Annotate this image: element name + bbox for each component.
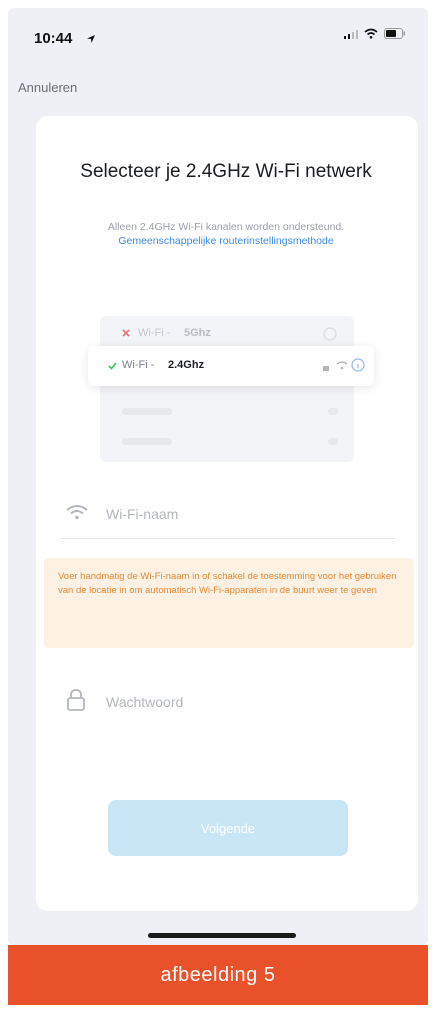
page-title: Selecteer je 2.4GHz Wi-Fi netwerk (80, 161, 372, 182)
network-list-illustration: Wi-Fi - 5Ghz (100, 316, 354, 462)
location-arrow-icon (87, 35, 95, 43)
cancel-button[interactable]: Annuleren (18, 80, 77, 95)
caption-text: afbeelding 5 (160, 963, 276, 986)
wifi-icon (66, 505, 88, 520)
network-band-5ghz: 5Ghz (184, 327, 211, 339)
next-button[interactable]: Volgende (108, 800, 348, 856)
warning-banner: Voer handmatig de Wi-Fi-naam in of schak… (44, 558, 414, 648)
description: Alleen 2.4GHz Wi-Fi kanalen worden onder… (86, 220, 366, 248)
wifi-status-icon (364, 28, 378, 39)
lock-icon (67, 689, 85, 711)
wifi-name-field[interactable]: Wi-Fi-naam (60, 488, 396, 539)
battery-icon (384, 28, 405, 39)
description-text: Alleen 2.4GHz Wi-Fi kanalen worden onder… (107, 221, 345, 233)
info-icon (351, 358, 365, 372)
network-prefix-2-4ghz: Wi-Fi - (122, 359, 155, 371)
phone-screen: 10:44 Annuleren Selecteer je 2.4GHz Wi-F… (8, 8, 428, 945)
caption-banner: afbeelding 5 (8, 945, 428, 1005)
status-bar: 10:44 (8, 8, 428, 64)
network-row-2-4ghz: Wi-Fi - 2.4Ghz (88, 346, 374, 386)
home-indicator[interactable] (148, 933, 296, 938)
wifi-signal-icon (336, 361, 348, 370)
cross-icon (122, 329, 130, 337)
lock-small-icon (323, 366, 329, 371)
network-row-placeholder (100, 424, 354, 460)
network-prefix-5ghz: Wi-Fi - (138, 327, 171, 339)
wifi-name-placeholder: Wi-Fi-naam (106, 506, 179, 522)
warning-text: Voer handmatig de Wi-Fi-naam in of schak… (58, 571, 397, 596)
check-icon (108, 362, 117, 370)
password-placeholder: Wachtwoord (106, 694, 184, 710)
router-settings-link[interactable]: Gemeenschappelijke routerinstellingsmeth… (118, 235, 333, 247)
signal-icon (344, 29, 358, 39)
password-field[interactable]: Wachtwoord (60, 676, 396, 726)
status-time: 10:44 (34, 30, 73, 47)
network-band-2-4ghz: 2.4Ghz (168, 359, 205, 371)
info-icon (323, 327, 337, 341)
setup-card: Selecteer je 2.4GHz Wi-Fi netwerk Alleen… (36, 116, 418, 911)
